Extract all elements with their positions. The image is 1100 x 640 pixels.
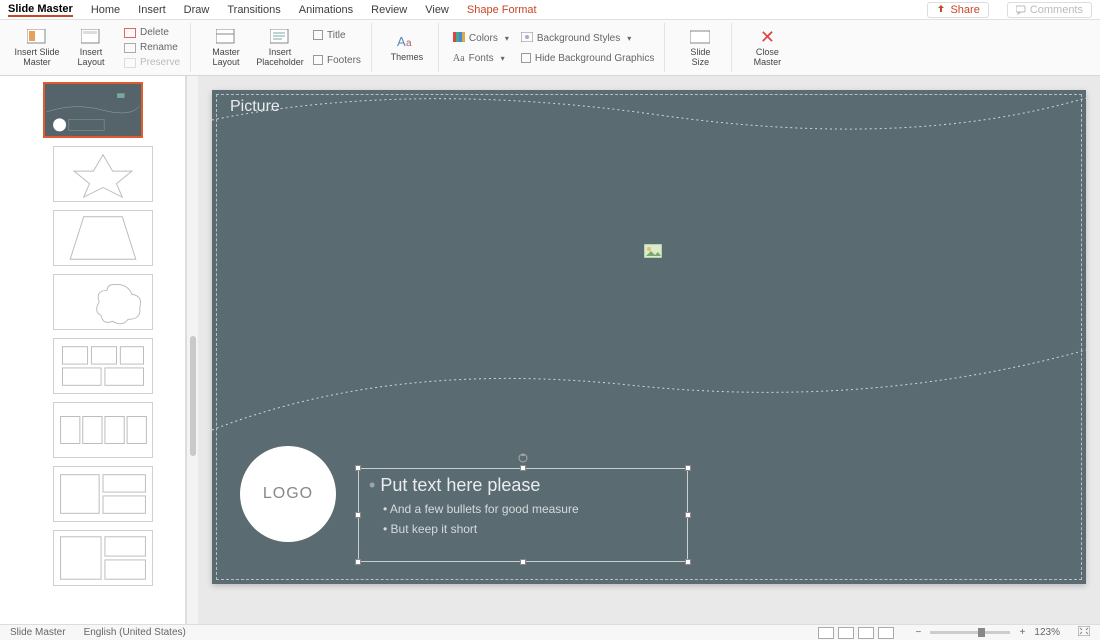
text-placeholder[interactable]: Put text here please And a few bullets f… (358, 468, 688, 562)
tab-shape-format[interactable]: Shape Format (467, 4, 537, 16)
share-button[interactable]: Share (927, 2, 988, 18)
rotate-handle[interactable] (518, 453, 528, 463)
thumbnail-panel[interactable] (0, 76, 186, 624)
zoom-out-button[interactable]: − (912, 627, 924, 638)
placeholder-icon (270, 28, 290, 46)
tab-view[interactable]: View (425, 4, 449, 16)
master-layout-icon (216, 28, 236, 46)
checkbox-icon (313, 30, 323, 40)
share-icon (936, 5, 946, 15)
insert-placeholder-button[interactable]: Insert Placeholder (257, 23, 303, 73)
decorative-curve-top (212, 90, 1086, 150)
resize-handle[interactable] (520, 559, 526, 565)
resize-handle[interactable] (520, 465, 526, 471)
thumbnail-layout[interactable] (53, 274, 153, 330)
rename-icon (124, 43, 136, 53)
resize-handle[interactable] (685, 465, 691, 471)
preserve-icon (124, 58, 136, 68)
colors-icon (453, 32, 465, 45)
checkbox-icon (313, 55, 323, 65)
thumbnail-layout[interactable] (53, 530, 153, 586)
slide[interactable]: Picture LOGO Put text here please And a … (212, 90, 1086, 584)
tab-draw[interactable]: Draw (184, 4, 210, 16)
thumbnail-layout[interactable] (53, 146, 153, 202)
themes-icon: Aa (397, 33, 417, 51)
background-icon (521, 32, 533, 45)
tab-animations[interactable]: Animations (299, 4, 353, 16)
zoom-slider[interactable] (930, 631, 1010, 634)
tab-review[interactable]: Review (371, 4, 407, 16)
tab-insert[interactable]: Insert (138, 4, 166, 16)
close-icon: ✕ (757, 28, 777, 46)
master-layout-button[interactable]: Master Layout (203, 23, 249, 73)
zoom-in-button[interactable]: + (1016, 627, 1028, 638)
status-language[interactable]: English (United States) (84, 627, 186, 638)
preserve-button[interactable]: Preserve (122, 56, 182, 69)
placeholder-bullet-text[interactable]: But keep it short (383, 522, 677, 536)
slideshow-view-button[interactable] (878, 627, 894, 639)
title-checkbox[interactable]: Title (311, 29, 363, 42)
slide-size-button[interactable]: Slide Size (677, 23, 723, 73)
resize-handle[interactable] (355, 559, 361, 565)
thumbnail-layout[interactable] (53, 210, 153, 266)
checkbox-icon (521, 53, 531, 63)
normal-view-button[interactable] (818, 627, 834, 639)
zoom-control: − + 123% (912, 627, 1060, 638)
placeholder-bullet-text[interactable]: And a few bullets for good measure (383, 502, 677, 516)
themes-button[interactable]: Aa Themes (384, 23, 430, 73)
slide-master-icon (27, 28, 47, 46)
status-mode: Slide Master (10, 627, 66, 638)
tab-home[interactable]: Home (91, 4, 120, 16)
fonts-button[interactable]: Aa Fonts▾ (451, 52, 511, 65)
tab-strip: Slide Master Home Insert Draw Transition… (0, 0, 1100, 20)
ribbon: Insert Slide Master Insert Layout Delete… (0, 20, 1100, 76)
reading-view-button[interactable] (858, 627, 874, 639)
slide-size-icon (690, 28, 710, 46)
close-master-button[interactable]: ✕ Close Master (744, 23, 790, 73)
tab-slide-master[interactable]: Slide Master (8, 3, 73, 17)
chevron-down-icon: ▾ (501, 54, 505, 63)
resize-handle[interactable] (685, 559, 691, 565)
svg-text:a: a (406, 38, 412, 49)
delete-icon (124, 28, 136, 38)
decorative-curve-mid (212, 330, 1086, 450)
resize-handle[interactable] (685, 512, 691, 518)
placeholder-title-text[interactable]: Put text here please (369, 475, 677, 496)
comments-button[interactable]: Comments (1007, 2, 1092, 18)
thumbnail-scrollbar[interactable] (186, 76, 198, 624)
slide-canvas[interactable]: Picture LOGO Put text here please And a … (198, 76, 1100, 624)
background-styles-button[interactable]: Background Styles▾ (519, 31, 657, 46)
status-bar: Slide Master English (United States) − +… (0, 624, 1100, 640)
view-buttons (818, 627, 894, 639)
hide-background-checkbox[interactable]: Hide Background Graphics (519, 52, 657, 65)
tab-transitions[interactable]: Transitions (227, 4, 280, 16)
insert-layout-button[interactable]: Insert Layout (68, 23, 114, 73)
thumbnail-master[interactable] (43, 82, 143, 138)
picture-placeholder-label: Picture (230, 98, 280, 116)
layout-icon (81, 28, 101, 46)
delete-button[interactable]: Delete (122, 26, 182, 39)
thumbnail-layout[interactable] (53, 466, 153, 522)
comment-icon (1016, 5, 1026, 15)
thumbnail-layout[interactable] (53, 402, 153, 458)
insert-slide-master-button[interactable]: Insert Slide Master (14, 23, 60, 73)
svg-text:A: A (397, 34, 406, 49)
colors-button[interactable]: Colors▾ (451, 31, 511, 46)
thumbnail-layout[interactable] (53, 338, 153, 394)
resize-handle[interactable] (355, 465, 361, 471)
fit-to-window-button[interactable] (1078, 626, 1090, 639)
chevron-down-icon: ▾ (505, 34, 509, 43)
logo-placeholder[interactable]: LOGO (240, 446, 336, 542)
picture-icon[interactable] (644, 244, 662, 258)
rename-button[interactable]: Rename (122, 41, 182, 54)
resize-handle[interactable] (355, 512, 361, 518)
footers-checkbox[interactable]: Footers (311, 54, 363, 67)
workspace: Picture LOGO Put text here please And a … (0, 76, 1100, 624)
zoom-percent[interactable]: 123% (1034, 627, 1060, 638)
sorter-view-button[interactable] (838, 627, 854, 639)
zoom-slider-knob[interactable] (978, 628, 985, 637)
fonts-icon: Aa (453, 53, 465, 64)
scrollbar-thumb[interactable] (190, 336, 196, 456)
chevron-down-icon: ▾ (627, 34, 631, 43)
